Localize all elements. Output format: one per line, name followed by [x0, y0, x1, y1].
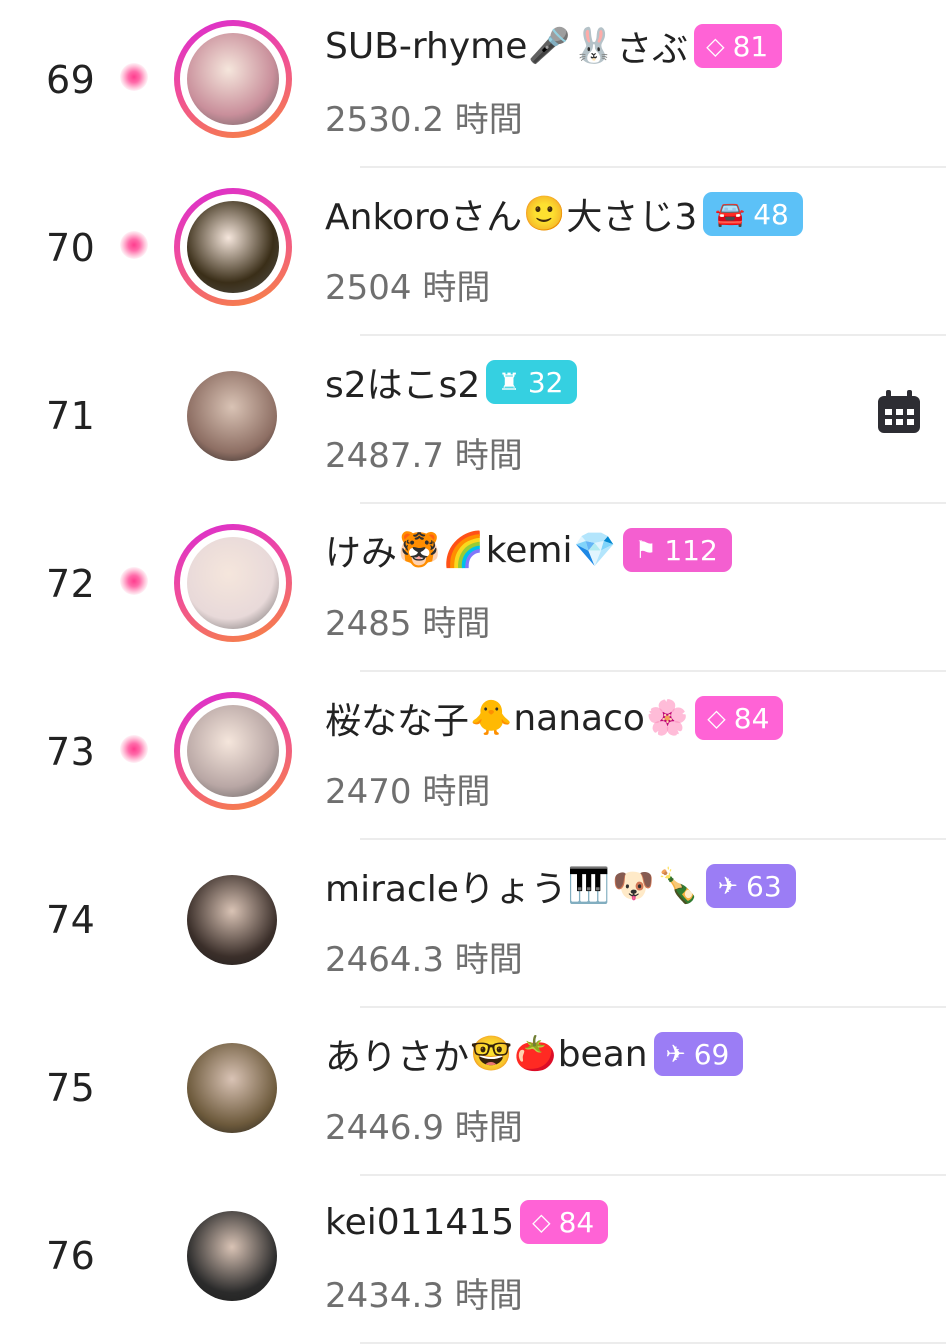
user-name[interactable]: miracleりょう 🎹 🐶 🍾 ✈ 63 [325, 862, 796, 910]
plane-icon: ✈ [665, 1040, 686, 1068]
user-name-text: kei011415 [325, 1201, 515, 1243]
emoji-icon: 🎤 [528, 26, 571, 66]
badge-level: 81 [732, 29, 769, 63]
car-icon: 🚘 [715, 200, 746, 228]
live-dot-icon [120, 231, 148, 259]
ranking-row[interactable]: 74 miracleりょう 🎹 🐶 🍾 ✈ 63 2464.3 時間 [0, 840, 946, 1008]
level-badge: ✈ 69 [653, 1032, 744, 1076]
hours-value: 2464.3 時間 [325, 940, 523, 980]
live-dot-icon [120, 567, 148, 595]
badge-level: 84 [558, 1205, 595, 1239]
level-badge: ◇ 84 [520, 1200, 609, 1244]
user-name[interactable]: ありさか 🤓 🍅 bean ✈ 69 [325, 1030, 744, 1078]
ranking-row[interactable]: 76 kei011415 ◇ 84 2434.3 時間 [0, 1176, 946, 1344]
live-dot-icon [120, 63, 148, 91]
emoji-icon: 🤓 [470, 1034, 513, 1074]
level-badge: ♜ 32 [486, 360, 578, 404]
emoji-icon: 🌸 [645, 698, 689, 738]
ranking-row[interactable]: 75 ありさか 🤓 🍅 bean ✈ 69 2446.9 時間 [0, 1008, 946, 1176]
emoji-icon: 🍅 [514, 1034, 557, 1074]
gem-icon: ◇ [532, 1208, 551, 1236]
level-badge: ◇ 84 [695, 696, 784, 740]
plane-icon: ✈ [717, 872, 739, 900]
hours-value: 2446.9 時間 [325, 1108, 523, 1148]
user-name-text: さぶ [616, 29, 689, 70]
user-name-text: s2はこs2 [325, 365, 481, 406]
user-name-text: nanaco [513, 697, 645, 739]
user-name-text: Ankoroさん [325, 197, 523, 238]
level-badge: ⚑ 112 [622, 528, 732, 572]
emoji-icon: 💎 [573, 530, 616, 570]
user-name-text: kemi [485, 529, 573, 571]
user-name-text: けみ [325, 533, 398, 574]
user-name-text: miracleりょう [325, 869, 567, 910]
rank-number: 71 [46, 394, 96, 438]
ranking-row[interactable]: 70 Ankoroさん 🙂 大さじ3 🚘 48 2504 時間 [0, 168, 946, 336]
rank-number: 70 [46, 226, 96, 270]
avatar[interactable] [174, 188, 292, 306]
gem-icon: ◇ [706, 32, 725, 60]
emoji-icon: 🐶 [612, 866, 655, 906]
rank-number: 76 [46, 1234, 96, 1278]
level-badge: ◇ 81 [694, 24, 783, 68]
rank-number: 72 [46, 562, 96, 606]
rank-number: 73 [46, 730, 96, 774]
badge-level: 84 [733, 701, 770, 735]
avatar[interactable] [187, 371, 277, 461]
rank-number: 74 [46, 898, 96, 942]
avatar-image [187, 201, 279, 293]
user-name-text: ありさか [325, 1037, 470, 1078]
user-name[interactable]: Ankoroさん 🙂 大さじ3 🚘 48 [325, 190, 803, 238]
hours-value: 2487.7 時間 [325, 436, 523, 476]
level-badge: ✈ 63 [705, 864, 796, 908]
user-name[interactable]: けみ 🐯 🌈 kemi 💎 ⚑ 112 [325, 526, 732, 574]
level-badge: 🚘 48 [703, 192, 803, 236]
emoji-icon: 🍾 [656, 866, 699, 906]
emoji-icon: 🐯 [398, 530, 441, 570]
avatar-image [187, 537, 279, 629]
badge-level: 69 [693, 1037, 730, 1071]
user-name[interactable]: 桜なな子 🐥 nanaco 🌸 ◇ 84 [325, 694, 784, 742]
badge-level: 32 [527, 365, 564, 399]
emoji-icon: 🎹 [567, 866, 611, 906]
badge-level: 63 [746, 869, 782, 903]
avatar-image [187, 33, 279, 125]
user-name[interactable]: s2はこs2 ♜ 32 [325, 358, 578, 406]
rank-number: 69 [46, 58, 96, 102]
avatar[interactable] [187, 1043, 277, 1133]
badge-level: 112 [664, 533, 718, 567]
emoji-icon: 🙂 [523, 194, 566, 234]
ranking-row[interactable]: 72 けみ 🐯 🌈 kemi 💎 ⚑ 112 2485 時間 [0, 504, 946, 672]
emoji-icon: 🐥 [470, 698, 513, 738]
ranking-row[interactable]: 73 桜なな子 🐥 nanaco 🌸 ◇ 84 2470 時間 [0, 672, 946, 840]
avatar[interactable] [187, 1211, 277, 1301]
user-name-text: bean [557, 1033, 648, 1075]
hours-value: 2504 時間 [325, 268, 491, 308]
hours-value: 2530.2 時間 [325, 100, 523, 140]
badge-level: 48 [753, 197, 789, 231]
flag-icon: ⚑ [634, 536, 657, 564]
live-dot-icon [120, 735, 148, 763]
hours-value: 2485 時間 [325, 604, 491, 644]
emoji-icon: 🐰 [572, 26, 616, 66]
avatar[interactable] [174, 20, 292, 138]
ranking-row[interactable]: 71 s2はこs2 ♜ 32 2487.7 時間 [0, 336, 946, 504]
rank-number: 75 [46, 1066, 96, 1110]
avatar[interactable] [187, 875, 277, 965]
user-name-text: 大さじ3 [566, 197, 698, 238]
user-name-text: 桜なな子 [325, 701, 470, 742]
emoji-icon: 🌈 [442, 530, 485, 570]
gem-icon: ◇ [707, 704, 726, 732]
hours-value: 2434.3 時間 [325, 1276, 523, 1316]
user-name[interactable]: SUB-rhyme 🎤 🐰 さぶ ◇ 81 [325, 22, 783, 70]
avatar[interactable] [174, 692, 292, 810]
user-name[interactable]: kei011415 ◇ 84 [325, 1198, 609, 1246]
avatar[interactable] [174, 524, 292, 642]
calendar-icon[interactable] [876, 389, 922, 435]
avatar-image [187, 705, 279, 797]
user-name-text: SUB-rhyme [325, 25, 528, 67]
tower-icon: ♜ [498, 368, 520, 396]
hours-value: 2470 時間 [325, 772, 491, 812]
ranking-row[interactable]: 69 SUB-rhyme 🎤 🐰 さぶ ◇ 81 2530.2 時間 [0, 0, 946, 168]
